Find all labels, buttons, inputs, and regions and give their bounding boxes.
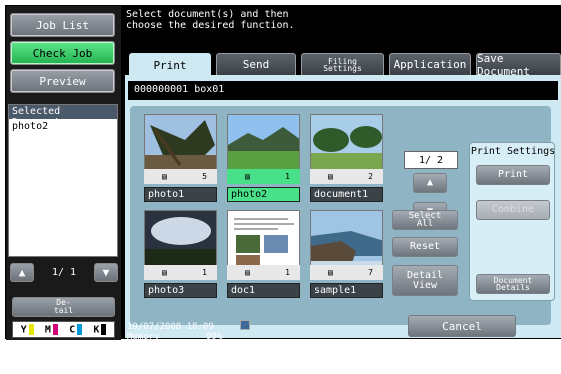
document-name: photo2 [227, 187, 300, 202]
tab-send[interactable]: Send [216, 53, 296, 75]
memory-label: Memory [127, 332, 160, 342]
document-grid: ▤ 5 photo1 ▤ 1 photo2 ▤ 2 document1 ▤ 1 phot… [130, 106, 555, 325]
page-count: ▤ 2 [310, 169, 383, 184]
network-icon [240, 320, 250, 330]
page-down-button[interactable]: ▼ [93, 262, 118, 282]
toner-indicator: Y M C K [12, 321, 115, 338]
document-thumb-photo2[interactable]: ▤ 1 photo2 [227, 114, 300, 209]
document-icon: ▤ [245, 172, 250, 181]
page-count: ▤ 1 [144, 265, 217, 280]
document-icon: ▤ [328, 172, 333, 181]
document-icon: ▤ [245, 268, 250, 277]
page-count: ▤ 5 [144, 169, 217, 184]
toner-magenta: M [45, 323, 58, 335]
document-icon: ▤ [162, 172, 167, 181]
select-all-button[interactable]: Select All [392, 210, 458, 230]
document-name: photo3 [144, 283, 217, 298]
page-count: ▤ 1 [227, 169, 300, 184]
job-list-button[interactable]: Job List [10, 13, 115, 37]
document-name: photo1 [144, 187, 217, 202]
document-icon: ▤ [328, 268, 333, 277]
check-job-button[interactable]: Check Job [10, 41, 115, 65]
box-path: 000000001 box01 [128, 81, 558, 100]
tab-filing-settings[interactable]: Filing Settings [301, 53, 384, 75]
document-thumb-sample1[interactable]: ▤ 7 sample1 [310, 210, 383, 305]
preview-button[interactable]: Preview [10, 69, 115, 93]
cancel-button[interactable]: Cancel [408, 315, 516, 337]
document-details-button[interactable]: Document Details [476, 274, 550, 294]
tab-print[interactable]: Print [129, 53, 211, 77]
grid-page-up-button[interactable]: ▲ [413, 173, 447, 193]
page-indicator: 1/ 1 [51, 266, 77, 278]
document-icon: ▤ [162, 268, 167, 277]
memory-value: 99% [206, 332, 223, 342]
combine-button: Combine [476, 200, 550, 220]
document-name: document1 [310, 187, 383, 202]
selected-documents-panel: Selected Documents photo2 [8, 104, 118, 257]
detail-button[interactable]: De- tail [12, 297, 115, 317]
page-up-button[interactable]: ▲ [10, 262, 34, 282]
selected-documents-header: Selected Documents [9, 105, 117, 128]
print-tab-content: 000000001 box01 ▤ 5 photo1 ▤ 1 photo2 ▤ 2 d… [125, 75, 561, 338]
toner-black: K [93, 323, 107, 335]
instruction-message: Select document(s) and then choose the d… [126, 9, 295, 31]
print-settings-panel: Print Settings Print Combine Document De… [469, 142, 555, 301]
status-bar: 10/07/2008 18:09 Memory 99% [122, 318, 402, 342]
document-thumb-photo3[interactable]: ▤ 1 photo3 [144, 210, 217, 305]
toner-yellow: Y [21, 323, 34, 335]
page-count: ▤ 7 [310, 265, 383, 280]
detail-view-button[interactable]: Detail View [392, 265, 458, 296]
document-name: sample1 [310, 283, 383, 298]
function-tabs: Print Send Filing Settings Application S… [125, 52, 561, 78]
selected-pager: ▲ 1/ 1 ▼ [10, 262, 118, 282]
document-thumb-photo1[interactable]: ▤ 5 photo1 [144, 114, 217, 209]
document-name: doc1 [227, 283, 300, 298]
print-settings-title: Print Settings [470, 146, 556, 157]
grid-page-indicator: 1/ 2 [404, 151, 458, 169]
page-count: ▤ 1 [227, 265, 300, 280]
print-button[interactable]: Print [476, 165, 550, 185]
tab-save-document[interactable]: Save Document [476, 52, 561, 78]
document-thumb-document1[interactable]: ▤ 2 document1 [310, 114, 383, 209]
reset-button[interactable]: Reset [392, 237, 458, 257]
tab-application[interactable]: Application [389, 53, 471, 75]
toner-cyan: C [69, 323, 83, 335]
document-thumb-doc1[interactable]: ▤ 1 doc1 [227, 210, 300, 305]
status-datetime: 10/07/2008 18:09 [127, 322, 214, 332]
